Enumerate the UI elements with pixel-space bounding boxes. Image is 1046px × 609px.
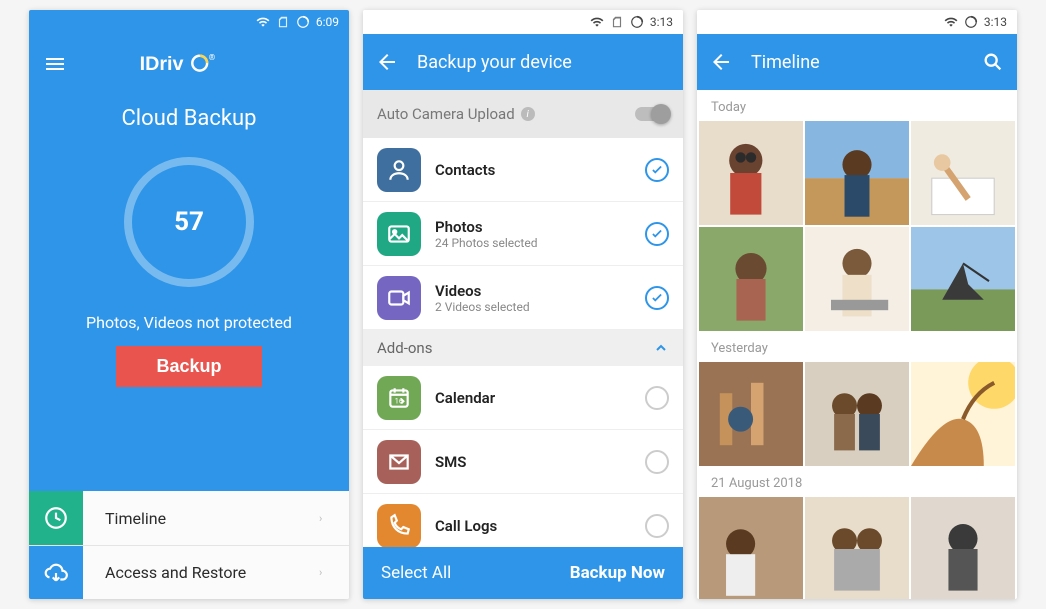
nav-label: Timeline xyxy=(83,509,319,528)
battery-icon xyxy=(296,15,310,29)
backup-button[interactable]: Backup xyxy=(116,346,261,387)
info-icon[interactable]: i xyxy=(521,107,535,121)
menu-icon[interactable] xyxy=(43,52,67,76)
wifi-icon xyxy=(944,15,958,29)
screen-backup-device: 3:13 Backup your device Auto Camera Uplo… xyxy=(363,10,683,599)
progress-circle: 57 xyxy=(124,157,254,287)
item-title: Contacts xyxy=(435,161,645,179)
back-icon[interactable] xyxy=(375,50,399,74)
bottom-nav: Timeline › Access and Restore › xyxy=(29,491,349,599)
chevron-right-icon: › xyxy=(319,512,349,525)
checkbox-unchecked-icon[interactable] xyxy=(645,386,669,410)
section-today: Today xyxy=(697,90,1017,121)
section-yesterday: Yesterday xyxy=(697,331,1017,362)
wifi-icon xyxy=(590,15,604,29)
photo-thumbnail[interactable] xyxy=(805,497,909,599)
backup-item-calllogs[interactable]: Call Logs xyxy=(363,494,683,547)
auto-upload-label: Auto Camera Upload xyxy=(377,105,515,123)
photo-thumbnail[interactable] xyxy=(699,497,803,599)
thumbnail-grid xyxy=(697,497,1017,599)
status-bar: 6:09 xyxy=(29,10,349,34)
backup-item-photos[interactable]: Photos 24 Photos selected xyxy=(363,202,683,266)
footer-bar: Select All Backup Now xyxy=(363,547,683,599)
nav-timeline[interactable]: Timeline › xyxy=(29,491,349,545)
photo-thumbnail[interactable] xyxy=(911,227,1015,331)
backup-item-sms[interactable]: SMS xyxy=(363,430,683,494)
battery-icon xyxy=(630,15,644,29)
progress-count: 57 xyxy=(174,207,204,237)
timeline-body[interactable]: Today Yesterday xyxy=(697,90,1017,599)
header-title: Timeline xyxy=(751,52,963,73)
checkbox-unchecked-icon[interactable] xyxy=(645,514,669,538)
checkbox-checked-icon[interactable] xyxy=(645,158,669,182)
photo-thumbnail[interactable] xyxy=(699,227,803,331)
clock-icon xyxy=(29,491,83,545)
calllogs-icon xyxy=(377,504,421,547)
backup-item-contacts[interactable]: Contacts xyxy=(363,138,683,202)
contacts-icon xyxy=(377,148,421,192)
app-logo: IDriv ® xyxy=(85,50,293,78)
status-time: 6:09 xyxy=(316,15,339,29)
backup-item-calendar[interactable]: 16 Calendar xyxy=(363,366,683,430)
cloud-download-icon xyxy=(29,546,83,600)
back-icon[interactable] xyxy=(709,50,733,74)
warning-text: Photos, Videos not protected xyxy=(86,313,292,332)
photo-thumbnail[interactable] xyxy=(911,121,1015,225)
nav-label: Access and Restore xyxy=(83,563,319,582)
sms-icon xyxy=(377,440,421,484)
header-title: Backup your device xyxy=(417,52,671,73)
item-title: SMS xyxy=(435,453,645,471)
section-date: 21 August 2018 xyxy=(697,466,1017,497)
photo-thumbnail[interactable] xyxy=(699,121,803,225)
wifi-icon xyxy=(256,15,270,29)
photo-thumbnail[interactable] xyxy=(805,121,909,225)
screen-timeline: 3:13 Timeline Today xyxy=(697,10,1017,599)
backup-now-button[interactable]: Backup Now xyxy=(570,563,665,583)
section-label: Add-ons xyxy=(377,339,432,357)
checkbox-checked-icon[interactable] xyxy=(645,222,669,246)
addons-section-header[interactable]: Add-ons xyxy=(363,330,683,366)
backup-item-videos[interactable]: Videos 2 Videos selected xyxy=(363,266,683,330)
photo-thumbnail[interactable] xyxy=(805,227,909,331)
checkbox-unchecked-icon[interactable] xyxy=(645,450,669,474)
screen-home: 6:09 IDriv ® Cloud Backup 57 Photos, Vid… xyxy=(29,10,349,599)
backup-item-list[interactable]: Contacts Photos 24 Photos selected xyxy=(363,138,683,547)
auto-upload-toggle[interactable] xyxy=(635,107,669,121)
auto-upload-row: Auto Camera Upload i xyxy=(363,90,683,138)
svg-text:®: ® xyxy=(209,53,216,63)
header: Timeline xyxy=(697,34,1017,90)
chevron-up-icon xyxy=(653,340,669,356)
photos-icon xyxy=(377,212,421,256)
status-time: 3:13 xyxy=(984,15,1007,29)
item-title: Calendar xyxy=(435,389,645,407)
status-bar: 3:13 xyxy=(697,10,1017,34)
calendar-icon: 16 xyxy=(377,376,421,420)
item-subtitle: 24 Photos selected xyxy=(435,236,645,250)
photo-thumbnail[interactable] xyxy=(911,497,1015,599)
videos-icon xyxy=(377,276,421,320)
sim-icon xyxy=(610,15,624,29)
item-title: Videos xyxy=(435,282,645,300)
chevron-right-icon: › xyxy=(319,566,349,579)
photo-thumbnail[interactable] xyxy=(911,362,1015,466)
main-panel: IDriv ® Cloud Backup 57 Photos, Videos n… xyxy=(29,34,349,491)
thumbnail-grid xyxy=(697,362,1017,466)
battery-icon xyxy=(964,15,978,29)
sim-icon xyxy=(276,15,290,29)
nav-access-restore[interactable]: Access and Restore › xyxy=(29,545,349,599)
checkbox-checked-icon[interactable] xyxy=(645,286,669,310)
photo-thumbnail[interactable] xyxy=(805,362,909,466)
page-title: Cloud Backup xyxy=(121,106,256,131)
status-bar: 3:13 xyxy=(363,10,683,34)
thumbnail-grid xyxy=(697,121,1017,331)
item-title: Photos xyxy=(435,218,645,236)
search-icon[interactable] xyxy=(981,50,1005,74)
svg-text:IDriv: IDriv xyxy=(140,53,184,75)
select-all-button[interactable]: Select All xyxy=(381,563,570,583)
item-subtitle: 2 Videos selected xyxy=(435,300,645,314)
item-title: Call Logs xyxy=(435,517,645,535)
photo-thumbnail[interactable] xyxy=(699,362,803,466)
status-time: 3:13 xyxy=(650,15,673,29)
header: Backup your device xyxy=(363,34,683,90)
